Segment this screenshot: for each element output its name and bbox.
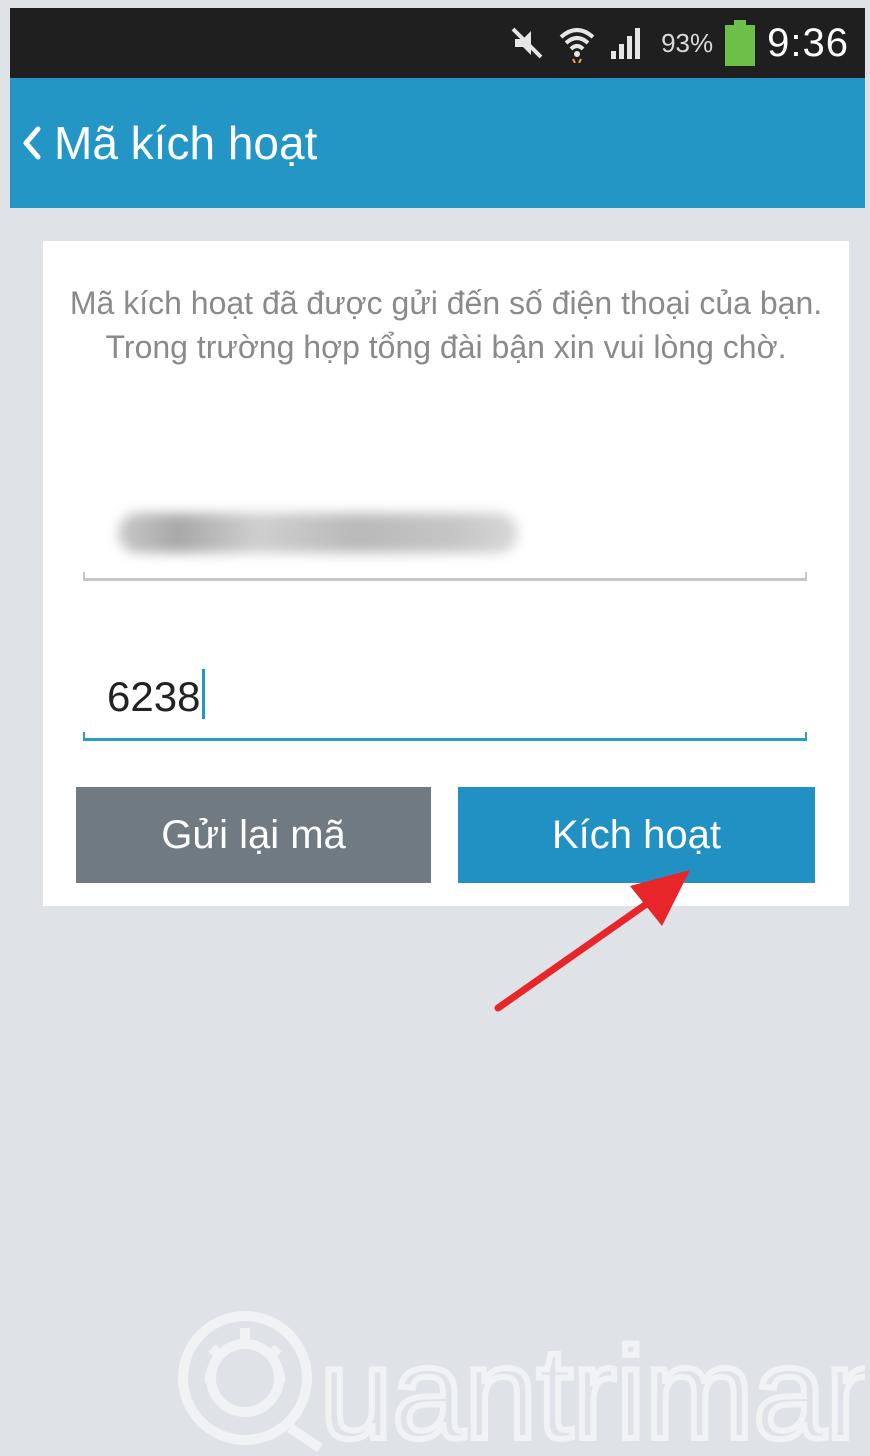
app-screen: 93% 9:36 Mã kích hoạt Mã kích hoạt đã đư… — [10, 8, 865, 1456]
activation-code-input[interactable]: 6238 — [83, 641, 807, 741]
mute-icon — [509, 25, 545, 61]
code-field-underline — [83, 732, 807, 741]
phone-field-underline — [83, 572, 807, 581]
text-cursor — [202, 669, 206, 719]
watermark-logo: uantrimang — [170, 1298, 865, 1456]
activation-card: Mã kích hoạt đã được gửi đến số điện tho… — [43, 241, 849, 906]
app-bar: Mã kích hoạt — [10, 78, 865, 208]
clock: 9:36 — [767, 20, 849, 65]
code-value: 6238 — [107, 673, 201, 720]
page-title: Mã kích hoạt — [54, 117, 318, 169]
annotation-arrow — [494, 870, 690, 1012]
phone-number-blurred — [118, 513, 518, 553]
code-value-wrap: 6238 — [107, 669, 206, 721]
battery-percent: 93% — [661, 27, 714, 58]
wifi-icon — [557, 23, 597, 63]
resend-code-button[interactable]: Gửi lại mã — [76, 787, 431, 883]
phone-number-field[interactable] — [83, 491, 807, 581]
info-message: Mã kích hoạt đã được gửi đến số điện tho… — [69, 285, 823, 365]
chevron-left-icon — [18, 123, 46, 163]
back-button[interactable]: Mã kích hoạt — [10, 78, 317, 208]
battery-icon — [725, 20, 756, 66]
signal-icon — [609, 25, 649, 61]
status-bar: 93% 9:36 — [10, 8, 865, 78]
watermark-text: uantrimang — [320, 1320, 865, 1456]
